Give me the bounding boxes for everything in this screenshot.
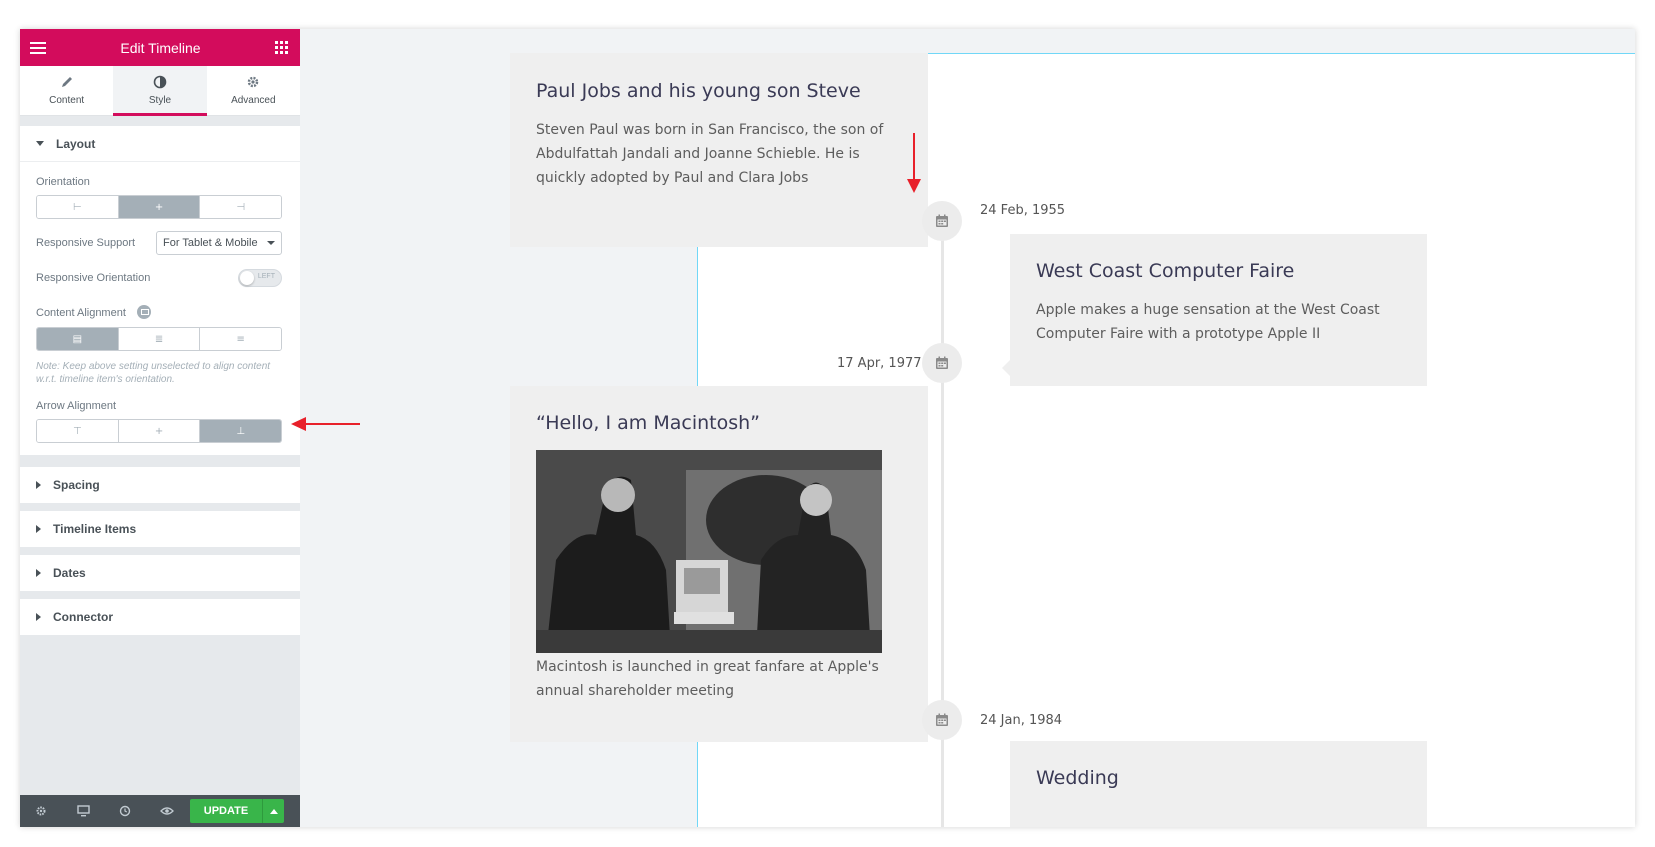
timeline-item-card: Paul Jobs and his young son Steve Steven… [510,53,936,247]
section-title: Connector [53,610,113,624]
toggle-knob [240,271,254,285]
timeline-point [922,201,962,241]
update-options-button[interactable] [262,799,284,823]
orientation-left-button[interactable]: ⊢ [37,196,119,218]
caret-right-icon [36,569,41,577]
card-arrow [1002,360,1010,376]
calendar-icon [936,214,948,227]
dates-section[interactable]: Dates [20,555,300,591]
annotation-arrow-head [907,179,921,193]
arrow-alignment-label: Arrow Alignment [36,400,117,412]
orientation-label: Orientation [36,176,90,188]
history-icon[interactable] [104,795,146,827]
content-alignment-control: ▤ ≣ ≡ [36,327,282,351]
caret-right-icon [36,525,41,533]
timeline-items-section-header[interactable]: Timeline Items [20,511,300,547]
panel-header: Edit Timeline [20,29,300,66]
timeline-item-title: “Hello, I am Macintosh” [536,412,760,434]
desktop-icon[interactable] [136,304,151,319]
content-alignment-label: Content Alignment [36,307,126,319]
responsive-orientation-label: Responsive Orientation [36,272,151,284]
half-circle-icon [153,75,167,89]
section-title: Layout [56,136,96,151]
update-button[interactable]: UPDATE [190,799,262,823]
align-right-button[interactable]: ≡ [200,328,281,350]
caret-up-icon [269,808,278,814]
calendar-icon [936,356,948,369]
timeline-item-title: West Coast Computer Faire [1036,260,1295,282]
tab-advanced[interactable]: Advanced [207,66,300,115]
annotation-arrow-head [291,417,306,431]
timeline-item-text: Macintosh is launched in great fanfare a… [536,659,879,699]
alignment-note: Note: Keep above setting unselected to a… [36,361,271,385]
layout-section: Layout Orientation ⊢ + ⊣ Responsive Supp… [20,126,300,455]
caret-down-icon [36,141,44,146]
orientation-control: ⊢ + ⊣ [36,195,282,219]
toggle-text: LEFT [257,273,275,280]
tab-label: Advanced [231,95,276,106]
panel-tabs: Content Style Advanced [20,66,300,116]
panel-footer: UPDATE [20,795,300,827]
calendar-icon [936,713,948,726]
align-left-button[interactable]: ▤ [37,328,119,350]
timeline-date: 17 Apr, 1977 [837,356,922,371]
tab-content[interactable]: Content [20,66,113,115]
timeline-item-text: Steven Paul was born in San Francisco, t… [536,122,884,186]
menu-icon[interactable] [30,41,46,54]
preview-icon[interactable] [146,795,188,827]
gear-icon [248,76,259,88]
caret-right-icon [36,481,41,489]
section-title: Dates [53,566,86,580]
arrow-top-button[interactable]: ⊤ [37,420,119,442]
orientation-center-button[interactable]: + [118,196,201,218]
spacing-section[interactable]: Spacing [20,467,300,503]
spacing-section-header[interactable]: Spacing [20,467,300,503]
settings-icon[interactable] [20,795,62,827]
pencil-icon [61,77,72,87]
timeline-point [922,343,962,383]
tab-label: Content [49,95,85,106]
section-title: Timeline Items [53,522,137,536]
timeline-date: 24 Feb, 1955 [980,203,1066,218]
timeline-items-section[interactable]: Timeline Items [20,511,300,547]
timeline-item-card: West Coast Computer Faire Apple makes a … [1002,234,1427,386]
responsive-support-label: Responsive Support [36,237,136,249]
timeline-item-text: Apple makes a huge sensation at the West… [1036,302,1380,342]
timeline-item-card: Wedding [1010,741,1427,827]
editor-panel: Edit Timeline Content Style Advanced Lay… [20,29,300,827]
tab-label: Style [148,95,172,106]
macintosh-launch-photo [536,450,882,653]
layout-section-header[interactable]: Layout [20,126,300,162]
timeline-item-title: Paul Jobs and his young son Steve [536,80,861,102]
chevron-down-icon [267,241,275,245]
connector-section[interactable]: Connector [20,599,300,635]
annotation-arrow-vertical [913,133,915,183]
preview-canvas [300,29,1635,827]
widgets-grid-icon[interactable] [275,41,288,54]
align-center-button[interactable]: ≣ [118,328,201,350]
tab-style[interactable]: Style [113,66,207,116]
timeline-date: 24 Jan, 1984 [980,713,1063,728]
annotation-arrow-horizontal [305,423,360,425]
responsive-support-select[interactable]: For Tablet & Mobile [156,231,282,255]
section-title: Spacing [53,478,100,492]
select-value: For Tablet & Mobile [163,237,258,249]
editor-window: Edit Timeline Content Style Advanced Lay… [20,29,1635,827]
arrow-bottom-button[interactable]: ⊥ [200,420,281,442]
responsive-orientation-toggle[interactable]: LEFT [238,269,282,287]
timeline-item-card: “Hello, I am Macintosh” Macintosh is lau… [510,386,936,742]
arrow-middle-button[interactable]: + [118,420,201,442]
dates-section-header[interactable]: Dates [20,555,300,591]
timeline-item-title: Wedding [1036,767,1119,789]
timeline-point [922,700,962,740]
caret-right-icon [36,613,41,621]
orientation-right-button[interactable]: ⊣ [200,196,281,218]
arrow-alignment-control: ⊤ + ⊥ [36,419,282,443]
responsive-mode-icon[interactable] [62,795,104,827]
connector-section-header[interactable]: Connector [20,599,300,635]
panel-title: Edit Timeline [120,39,201,56]
